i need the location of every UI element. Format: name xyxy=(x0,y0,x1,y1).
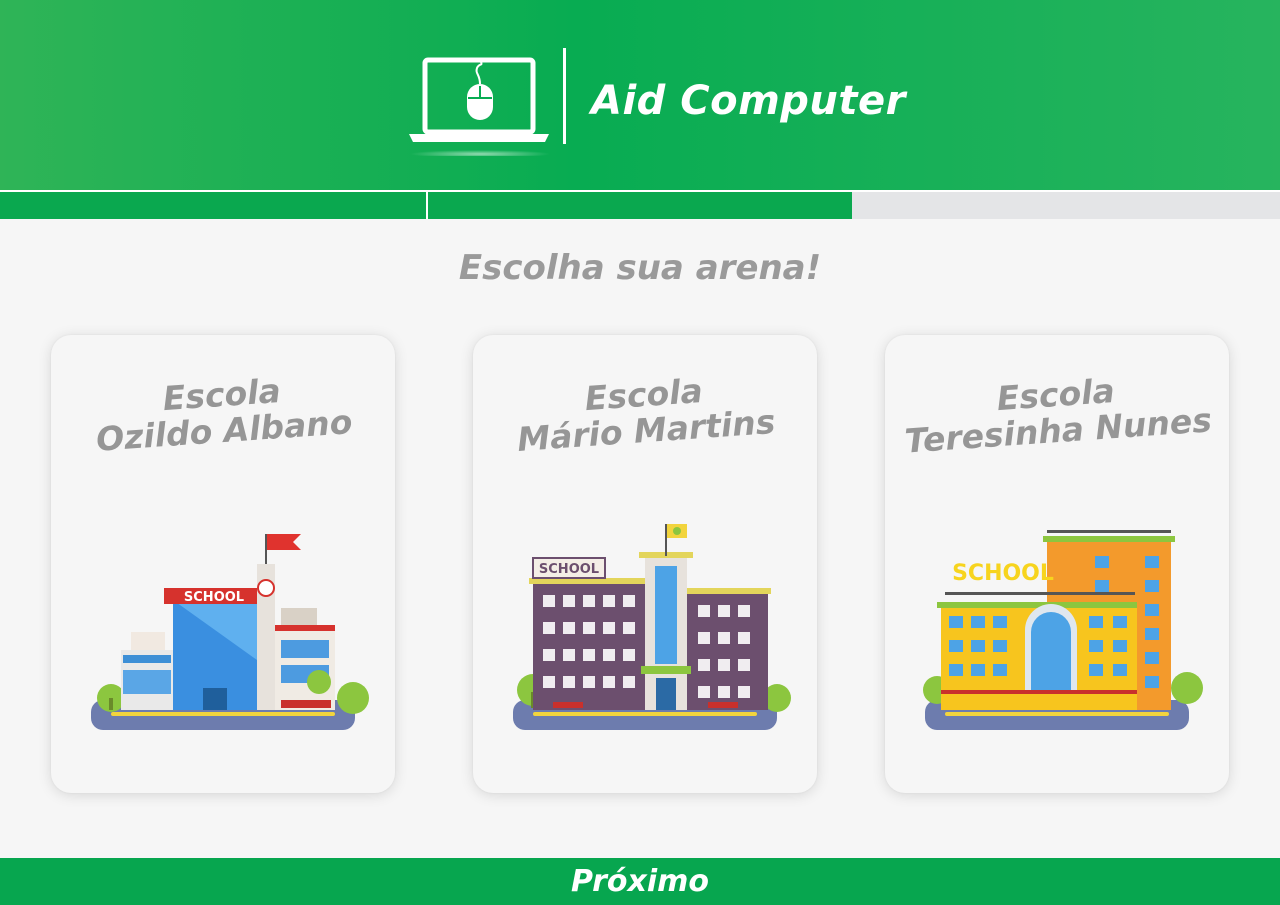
school-card-ozildo-albano[interactable]: Escola Ozildo Albano SCHOOL xyxy=(51,335,395,793)
logo-divider xyxy=(563,48,566,144)
school-card-title: Escola Teresinha Nunes xyxy=(883,365,1231,461)
app-header: Aid Computer xyxy=(0,0,1280,190)
school-card-title: Escola Mário Martins xyxy=(471,365,819,461)
progress-step-divider xyxy=(426,192,428,219)
school-building-purple-icon: SCHOOL xyxy=(513,524,791,730)
school-building-blue-icon: SCHOOL xyxy=(91,534,369,730)
school-card-teresinha-nunes[interactable]: Escola Teresinha Nunes SCHOOL xyxy=(885,335,1229,793)
school-building-orange-icon: SCHOOL xyxy=(923,530,1203,730)
app-title: Aid Computer xyxy=(591,78,906,124)
school-card-mario-martins[interactable]: Escola Mário Martins SCHOOL xyxy=(473,335,817,793)
page-subtitle: Escolha sua arena! xyxy=(458,248,822,288)
school-card-title: Escola Ozildo Albano xyxy=(49,365,397,461)
next-button[interactable]: Próximo xyxy=(0,858,1280,905)
progress-bar xyxy=(0,190,1280,219)
school-sign: SCHOOL xyxy=(539,562,599,577)
app-logo: Aid Computer xyxy=(405,48,905,168)
laptop-mouse-icon xyxy=(409,57,550,156)
next-button-label: Próximo xyxy=(571,864,709,899)
school-sign: SCHOOL xyxy=(184,590,244,605)
school-sign: SCHOOL xyxy=(952,561,1054,586)
